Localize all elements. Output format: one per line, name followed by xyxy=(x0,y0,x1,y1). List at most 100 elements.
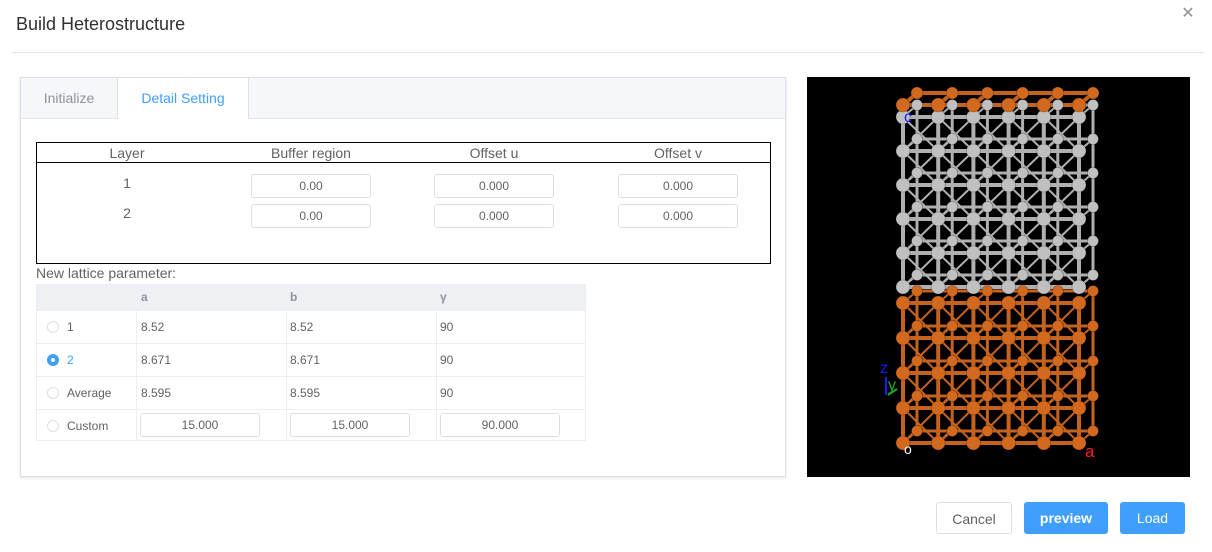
atom xyxy=(1001,330,1016,346)
atom xyxy=(930,97,946,113)
header-layer: Layer xyxy=(109,145,145,161)
atom xyxy=(1036,400,1052,416)
atom xyxy=(1001,400,1016,416)
custom-a-input[interactable]: 15.000 xyxy=(140,413,260,437)
atom xyxy=(1001,279,1016,295)
atom xyxy=(1016,235,1029,247)
layer-1-offset-v-input[interactable]: 0.000 xyxy=(618,174,738,198)
option-2-label[interactable]: 2 xyxy=(67,353,74,367)
lattice-row-1[interactable]: 1 8.52 8.52 90 xyxy=(37,310,585,344)
header-offset-u: Offset u xyxy=(469,145,519,161)
header-a: a xyxy=(141,290,148,304)
atom xyxy=(1001,143,1016,159)
atom xyxy=(1016,355,1029,367)
layer-1-offset-u-input[interactable]: 0.000 xyxy=(434,174,554,198)
custom-b-input[interactable]: 15.000 xyxy=(290,413,410,437)
custom-gamma-input[interactable]: 90.000 xyxy=(440,413,560,437)
atom xyxy=(1001,245,1016,261)
tab-detail-setting[interactable]: Detail Setting xyxy=(117,78,249,119)
atom xyxy=(1016,167,1029,179)
atom xyxy=(930,295,946,311)
crystal-structure-image[interactable]: c z y o a xyxy=(807,77,1190,477)
atom xyxy=(895,400,911,416)
tab-initialize[interactable]: Initialize xyxy=(21,78,117,119)
atom xyxy=(895,177,911,193)
atom xyxy=(911,167,923,179)
atom xyxy=(1036,365,1052,381)
lattice-row-custom[interactable]: Custom 15.000 15.000 90.000 xyxy=(37,409,585,443)
atom xyxy=(1036,435,1052,451)
axis-a-label: a xyxy=(1085,442,1095,461)
atom xyxy=(1016,133,1029,145)
atom xyxy=(1016,99,1029,111)
atom xyxy=(930,365,946,381)
bonds xyxy=(901,91,1095,445)
layer-2-offset-v-input[interactable]: 0.000 xyxy=(618,204,738,228)
atom xyxy=(946,320,958,332)
load-button[interactable]: Load xyxy=(1120,502,1185,534)
atom xyxy=(981,269,994,281)
atom xyxy=(1052,201,1064,213)
structure-viewer[interactable]: c z y o a xyxy=(807,77,1190,477)
radio-option-1[interactable] xyxy=(47,321,59,333)
atom xyxy=(930,330,946,346)
layer-1-buffer-input[interactable]: 0.00 xyxy=(251,174,371,198)
atom xyxy=(1071,97,1087,113)
lattice-row-average[interactable]: Average 8.595 8.595 90 xyxy=(37,376,585,410)
row-1-b: 8.52 xyxy=(290,320,314,334)
radio-option-custom[interactable] xyxy=(47,420,59,432)
radio-option-average[interactable] xyxy=(47,387,59,399)
atom xyxy=(981,167,994,179)
lattice-row-2[interactable]: 2 8.671 8.671 90 xyxy=(37,343,585,377)
atom xyxy=(946,201,958,213)
layer-2-offset-u-input[interactable]: 0.000 xyxy=(434,204,554,228)
atom xyxy=(911,425,923,437)
atom xyxy=(1016,285,1029,297)
header-gamma: γ xyxy=(440,290,447,304)
row-1-gamma: 90 xyxy=(440,320,454,334)
atom xyxy=(1071,295,1087,311)
atom xyxy=(1087,201,1099,213)
atom xyxy=(1036,295,1052,311)
atom xyxy=(1087,269,1099,281)
atom xyxy=(930,143,946,159)
atom xyxy=(1087,133,1099,145)
atom xyxy=(1086,86,1100,100)
atom xyxy=(930,400,946,416)
atom xyxy=(911,201,923,213)
new-lattice-label: New lattice parameter: xyxy=(36,265,177,281)
atom xyxy=(1036,211,1052,227)
close-icon[interactable]: ✕ xyxy=(1180,6,1196,22)
atom xyxy=(911,355,923,367)
layer-2-buffer-input[interactable]: 0.00 xyxy=(251,204,371,228)
cancel-button[interactable]: Cancel xyxy=(936,502,1012,534)
atom xyxy=(966,295,981,311)
atom xyxy=(1001,211,1016,227)
row-2-b: 8.671 xyxy=(290,353,321,367)
atom xyxy=(1051,86,1065,100)
atom xyxy=(1052,285,1064,297)
atom xyxy=(1087,320,1099,332)
row-average-gamma: 90 xyxy=(440,386,454,400)
row-2-a: 8.671 xyxy=(141,353,172,367)
atom xyxy=(1071,400,1087,416)
option-average-label[interactable]: Average xyxy=(67,386,111,400)
atom xyxy=(1016,201,1029,213)
atom xyxy=(910,86,924,100)
dialog-title: Build Heterostructure xyxy=(16,14,186,34)
atom xyxy=(1071,143,1087,159)
lattice-table: a b γ 1 8.52 8.52 90 2 8.671 8.671 90 Av… xyxy=(36,284,586,441)
atom xyxy=(946,235,958,247)
preview-button[interactable]: preview xyxy=(1024,502,1108,534)
atom xyxy=(1036,177,1052,193)
atom xyxy=(946,133,958,145)
header-b: b xyxy=(290,290,298,304)
atom xyxy=(1087,235,1099,247)
atom xyxy=(1087,285,1099,297)
atom xyxy=(966,400,981,416)
tab-bar: Initialize Detail Setting xyxy=(21,78,785,119)
atom xyxy=(1016,86,1029,100)
option-1-label[interactable]: 1 xyxy=(67,320,74,334)
option-custom-label[interactable]: Custom xyxy=(67,419,108,433)
radio-option-2[interactable] xyxy=(47,354,59,366)
